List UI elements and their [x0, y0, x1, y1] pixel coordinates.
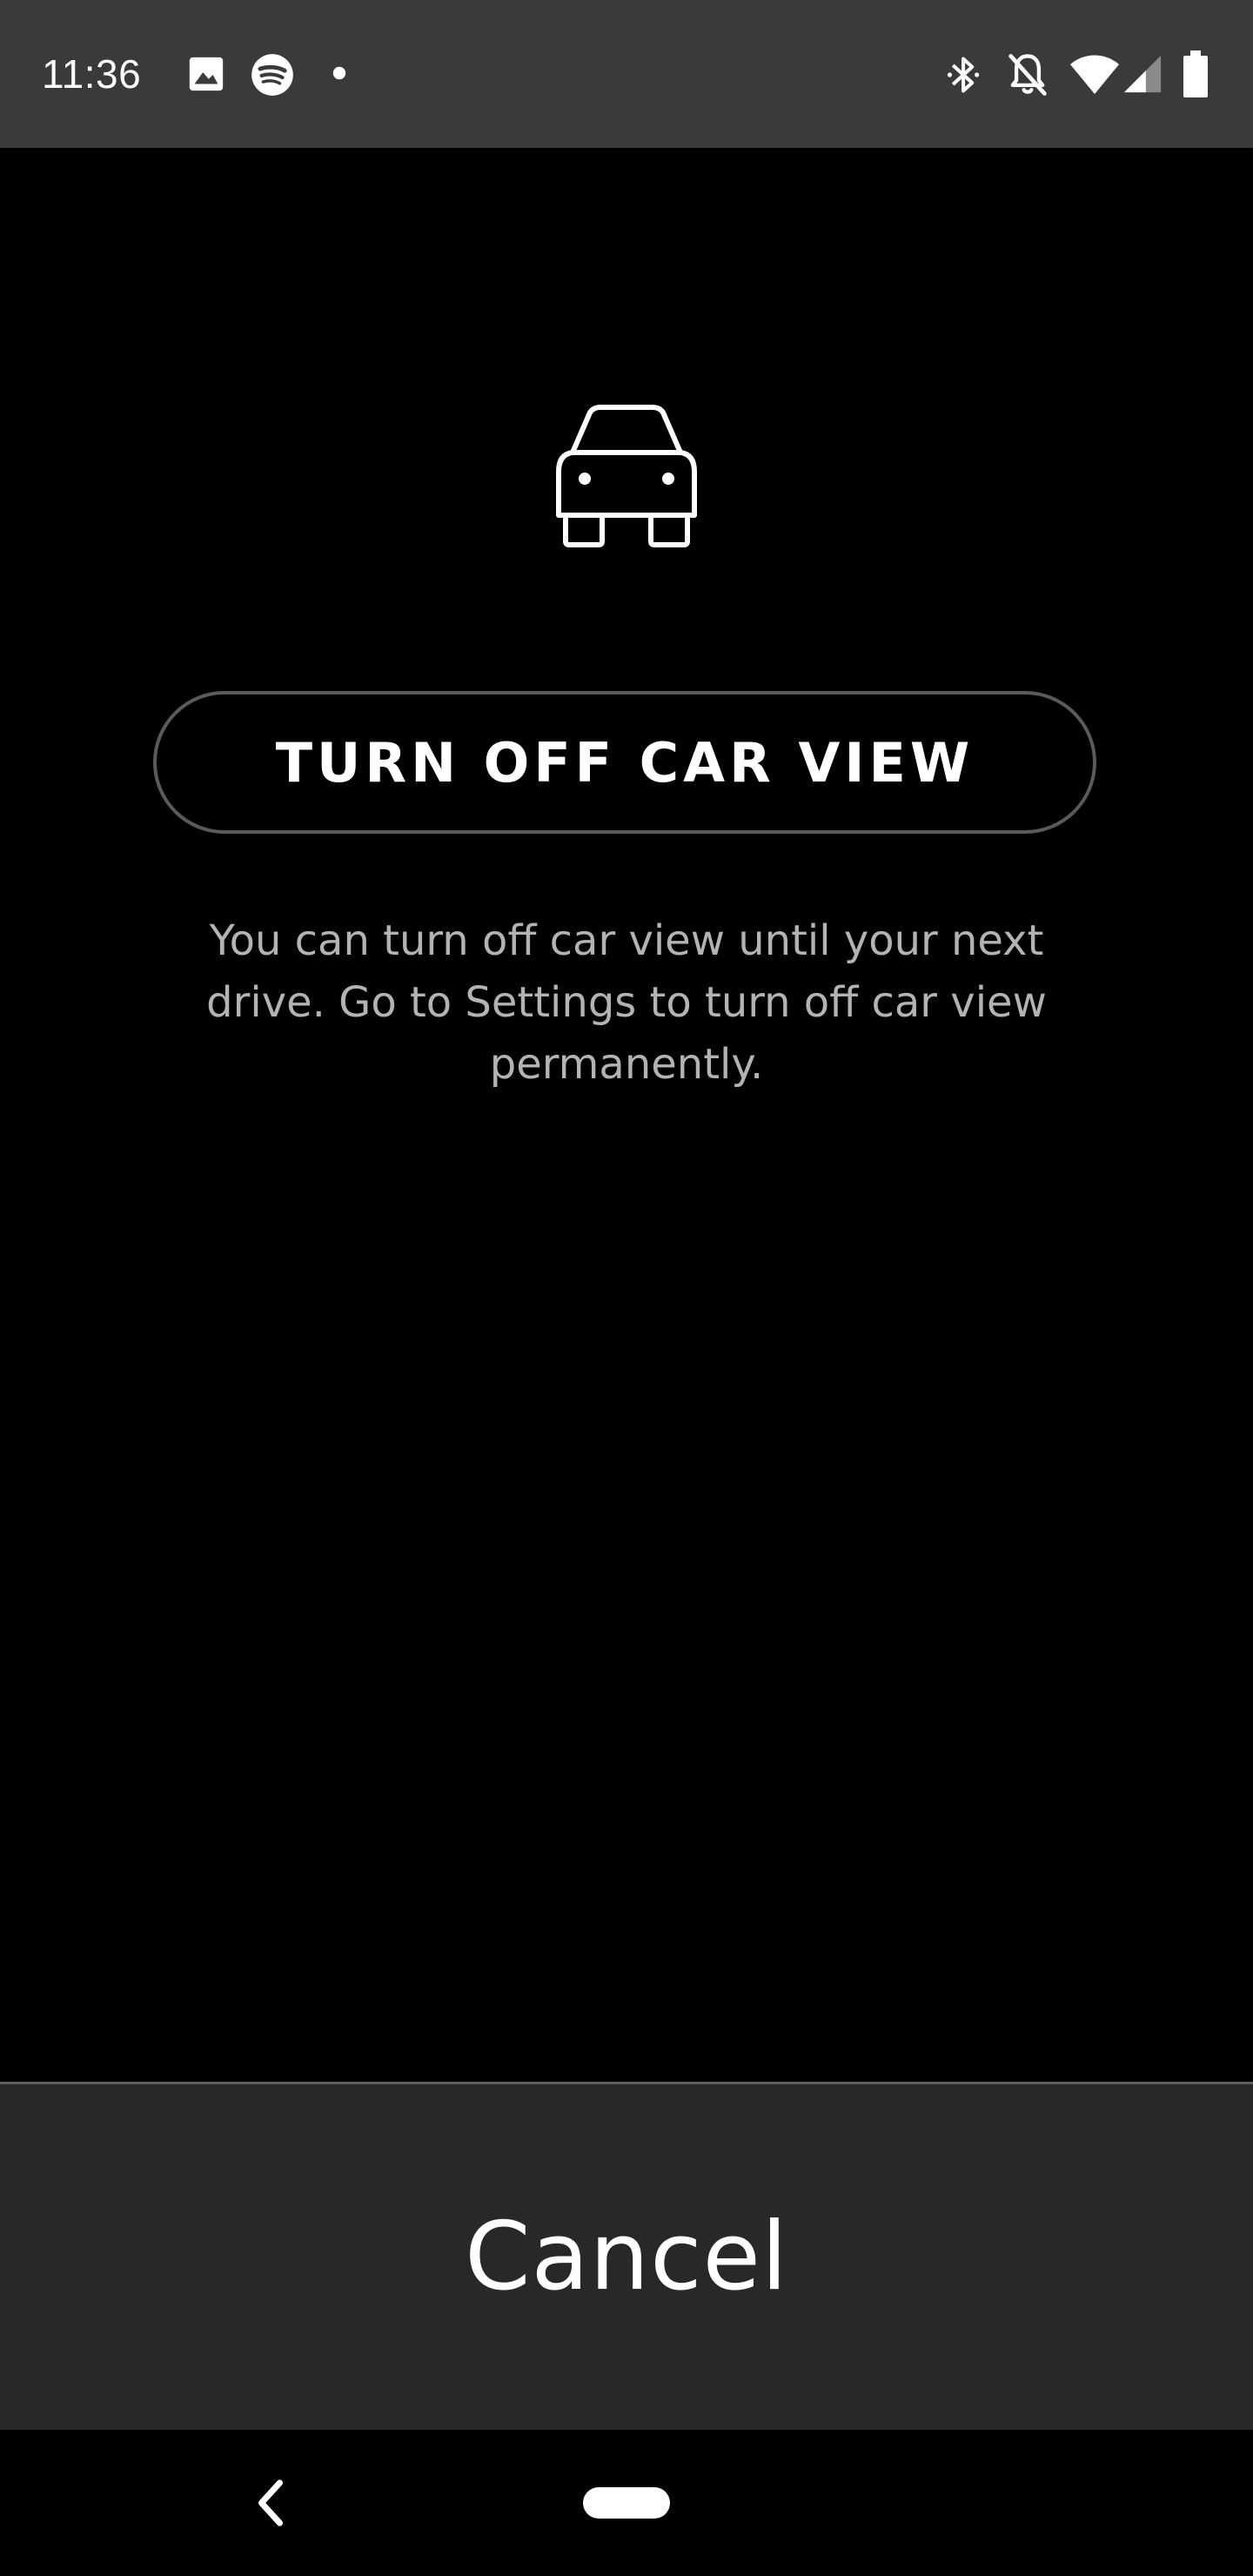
car-icon — [556, 405, 697, 547]
navigation-bar — [0, 2430, 1253, 2576]
car-view-dialog: TURN OFF CAR VIEW You can turn off car v… — [0, 148, 1253, 2082]
battery-icon — [1183, 50, 1208, 97]
spotify-icon — [251, 54, 293, 96]
cell-signal-icon — [1123, 55, 1162, 93]
turn-off-car-view-button[interactable]: TURN OFF CAR VIEW — [153, 691, 1096, 834]
wifi-icon — [1070, 55, 1119, 94]
home-pill[interactable] — [583, 2487, 670, 2519]
status-time: 11:36 — [42, 51, 142, 97]
notification-dot-icon — [332, 66, 346, 80]
bell-off-icon — [1008, 54, 1047, 96]
cancel-label: Cancel — [465, 2203, 788, 2311]
info-text: You can turn off car view until your nex… — [206, 916, 1047, 1089]
back-icon[interactable] — [252, 2475, 289, 2531]
cancel-button[interactable]: Cancel — [0, 2082, 1253, 2430]
bluetooth-icon — [947, 57, 980, 93]
image-icon — [189, 57, 224, 91]
status-bar: 11:36 — [0, 0, 1253, 148]
turn-off-car-view-label: TURN OFF CAR VIEW — [275, 730, 975, 795]
